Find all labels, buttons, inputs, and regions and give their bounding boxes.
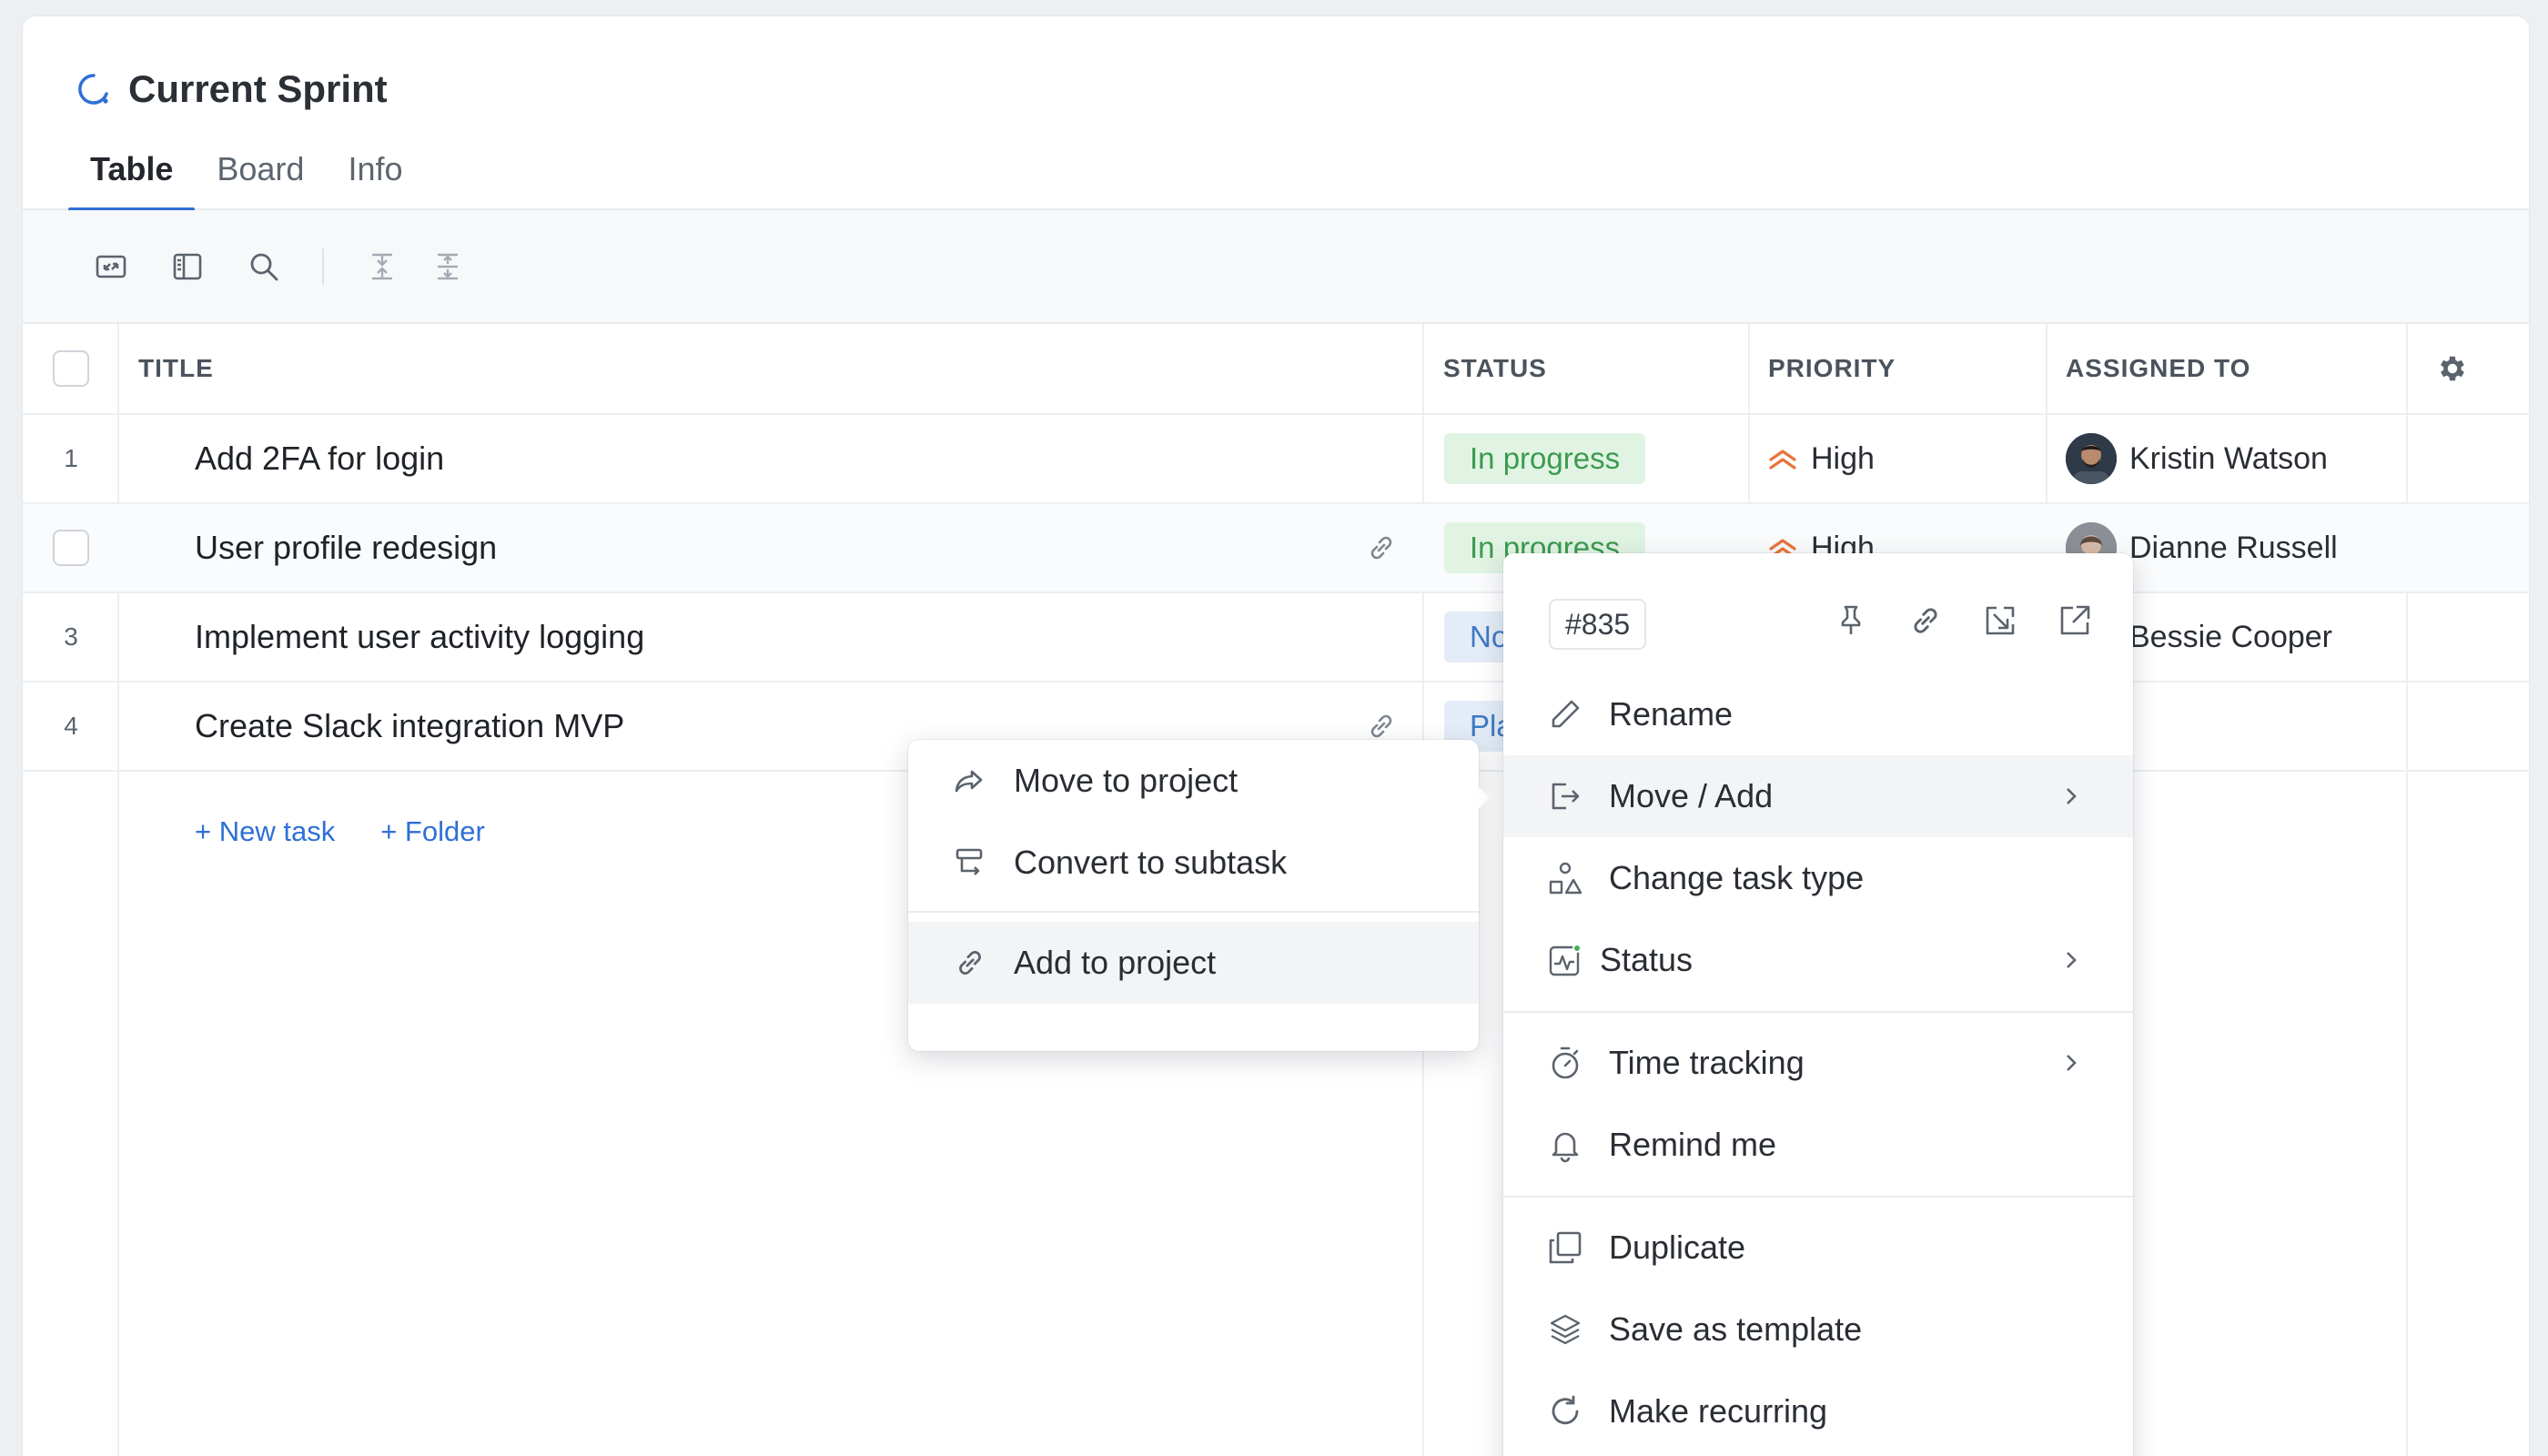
page-header: Current Sprint Table Board Info bbox=[23, 16, 2529, 212]
table-toolbar bbox=[23, 210, 2529, 324]
task-title[interactable]: Implement user activity logging bbox=[195, 618, 644, 656]
select-all-checkbox[interactable] bbox=[53, 350, 89, 387]
priority-high-icon bbox=[1767, 445, 1798, 472]
chevron-right-icon bbox=[2062, 947, 2080, 973]
sprint-icon bbox=[76, 71, 112, 107]
menu-item-make-recurring[interactable]: Make recurring bbox=[1503, 1370, 2133, 1452]
task-title[interactable]: Add 2FA for login bbox=[195, 440, 444, 478]
menu-item-move-add[interactable]: Move / Add bbox=[1503, 755, 2133, 837]
menu-item-status[interactable]: Status bbox=[1503, 919, 2133, 1001]
column-header-status[interactable]: STATUS bbox=[1443, 354, 1547, 383]
avatar bbox=[2066, 433, 2117, 484]
menu-item-add-to-project[interactable]: Add to project bbox=[908, 922, 1479, 1004]
move-out-icon bbox=[1545, 776, 1585, 816]
column-header-assigned[interactable]: ASSIGNED TO bbox=[2066, 354, 2250, 383]
menu-item-change-task-type[interactable]: Change task type bbox=[1503, 837, 2133, 919]
new-task-button[interactable]: + New task bbox=[195, 815, 335, 848]
search-icon[interactable] bbox=[226, 235, 302, 298]
assignee-name: Kristin Watson bbox=[2129, 440, 2328, 476]
table-row[interactable]: 1 Add 2FA for login In progress High Kri… bbox=[23, 415, 2529, 504]
tab-table[interactable]: Table bbox=[68, 133, 196, 212]
activity-status-icon bbox=[1545, 940, 1585, 980]
row-number: 1 bbox=[64, 444, 78, 472]
assignee-name: Dianne Russell bbox=[2129, 530, 2338, 565]
menu-item-save-as-template[interactable]: Save as template bbox=[1503, 1289, 2133, 1370]
column-header-title[interactable]: TITLE bbox=[138, 354, 214, 383]
menu-item-duplicate[interactable]: Duplicate bbox=[1503, 1207, 2133, 1289]
priority-cell[interactable]: High bbox=[1767, 441, 1875, 477]
task-context-menu: #835 Rename Move / Add Change task type … bbox=[1503, 553, 2133, 1456]
view-tabs: Table Board Info bbox=[68, 133, 424, 212]
table-row[interactable]: User profile redesign In progress High D… bbox=[23, 504, 2529, 593]
move-add-submenu: Move to project Convert to subtask Add t… bbox=[908, 740, 1479, 1051]
collapse-all-icon[interactable] bbox=[349, 235, 415, 298]
expand-all-icon[interactable] bbox=[415, 235, 480, 298]
task-title[interactable]: Create Slack integration MVP bbox=[195, 707, 624, 745]
assignee-name: Bessie Cooper bbox=[2129, 619, 2333, 654]
sidebar-layout-icon[interactable] bbox=[149, 235, 226, 298]
row-number: 3 bbox=[64, 622, 78, 651]
link-icon bbox=[950, 943, 990, 983]
menu-item-remind-me[interactable]: Remind me bbox=[1503, 1104, 2133, 1186]
open-in-new-window-icon[interactable] bbox=[2057, 602, 2093, 639]
menu-item-convert-to-subtask[interactable]: Convert to subtask bbox=[908, 822, 1479, 904]
duplicate-icon bbox=[1545, 1228, 1585, 1268]
menu-item-move-to-project[interactable]: Move to project bbox=[908, 740, 1479, 822]
row-number: 4 bbox=[64, 712, 78, 740]
task-title[interactable]: User profile redesign bbox=[195, 529, 497, 567]
submenu-pointer bbox=[1477, 785, 1490, 811]
subtask-icon bbox=[950, 843, 990, 883]
tab-board[interactable]: Board bbox=[195, 133, 326, 210]
status-badge[interactable]: In progress bbox=[1444, 433, 1646, 484]
copy-link-icon[interactable] bbox=[1907, 602, 1944, 639]
column-header-priority[interactable]: PRIORITY bbox=[1768, 354, 1896, 383]
chevron-right-icon bbox=[2062, 1050, 2080, 1076]
bell-icon bbox=[1545, 1125, 1585, 1165]
page-title: Current Sprint bbox=[128, 67, 388, 110]
link-icon[interactable] bbox=[1365, 531, 1398, 564]
add-row-actions: + New task + Folder bbox=[195, 815, 485, 848]
refresh-icon bbox=[1545, 1391, 1585, 1431]
gear-icon[interactable] bbox=[2436, 352, 2469, 385]
new-folder-button[interactable]: + Folder bbox=[380, 815, 485, 848]
assignee-cell[interactable]: Kristin Watson bbox=[2066, 433, 2328, 484]
expand-icon[interactable] bbox=[73, 235, 149, 298]
task-id-chip[interactable]: #835 bbox=[1549, 599, 1647, 650]
chevron-right-icon bbox=[2062, 784, 2080, 809]
menu-item-time-tracking[interactable]: Time tracking bbox=[1503, 1022, 2133, 1104]
open-in-panel-icon[interactable] bbox=[1982, 602, 2018, 639]
shapes-icon bbox=[1545, 858, 1585, 898]
share-arrow-icon bbox=[950, 761, 990, 801]
priority-label: High bbox=[1811, 440, 1875, 476]
tab-info[interactable]: Info bbox=[326, 133, 424, 210]
link-icon[interactable] bbox=[1365, 710, 1398, 743]
table-row[interactable]: 3 Implement user activity logging No Bes… bbox=[23, 593, 2529, 682]
table-header-row: TITLE STATUS PRIORITY ASSIGNED TO bbox=[23, 324, 2529, 415]
pencil-icon bbox=[1545, 694, 1585, 734]
menu-item-rename[interactable]: Rename bbox=[1503, 673, 2133, 755]
row-checkbox[interactable] bbox=[53, 530, 89, 566]
layers-icon bbox=[1545, 1309, 1585, 1350]
app-window: Current Sprint Table Board Info TITLE ST… bbox=[23, 16, 2529, 1456]
stopwatch-icon bbox=[1545, 1043, 1585, 1083]
pin-icon[interactable] bbox=[1833, 602, 1869, 639]
toolbar-divider bbox=[322, 248, 324, 285]
